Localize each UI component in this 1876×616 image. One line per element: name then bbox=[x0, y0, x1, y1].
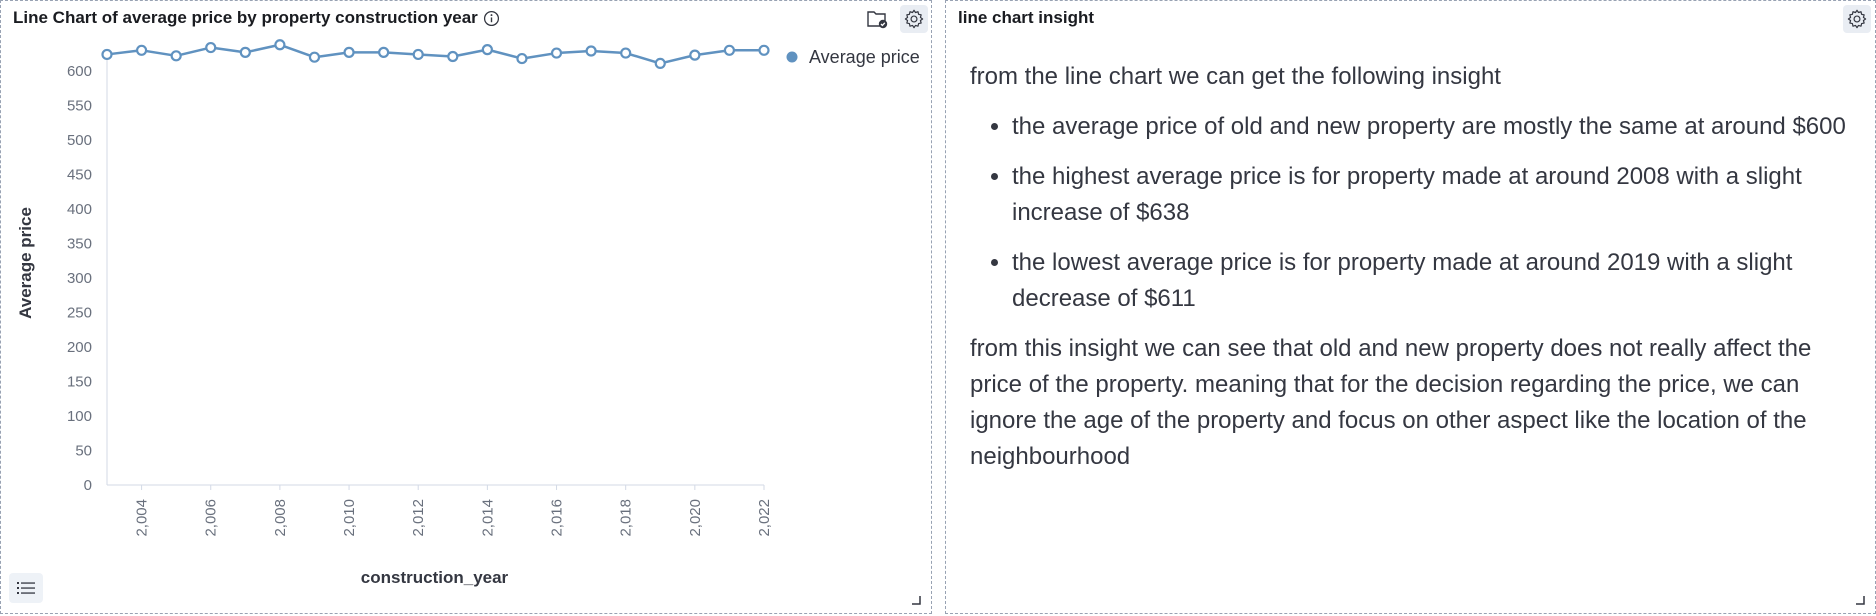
data-point bbox=[343, 46, 355, 58]
x-tick-label: 2,010 bbox=[341, 499, 358, 537]
data-point bbox=[308, 51, 321, 63]
insight-panel: line chart insight from the line chart w… bbox=[945, 0, 1876, 614]
y-tick-label: 300 bbox=[67, 270, 92, 287]
x-tick-label: 2,016 bbox=[549, 499, 566, 537]
x-tick-label: 2,006 bbox=[203, 499, 220, 537]
data-point bbox=[654, 57, 666, 70]
data-point bbox=[585, 45, 597, 57]
legend-swatch bbox=[786, 51, 798, 63]
data-point bbox=[239, 46, 251, 58]
data-point bbox=[758, 44, 770, 56]
data-point bbox=[550, 47, 563, 59]
y-tick-label: 450 bbox=[67, 167, 92, 184]
insight-bullet: the lowest average price is for property… bbox=[1012, 245, 1860, 317]
x-tick-label: 2,022 bbox=[756, 499, 773, 537]
insight-intro: from the line chart we can get the follo… bbox=[970, 63, 1501, 90]
insight-bullet: the highest average price is for propert… bbox=[1012, 159, 1860, 231]
y-tick-label: 150 bbox=[67, 374, 92, 391]
y-tick-label: 250 bbox=[67, 305, 92, 322]
data-point bbox=[135, 44, 148, 56]
y-axis-title: Average price bbox=[16, 207, 35, 319]
x-tick-label: 2,014 bbox=[479, 499, 496, 537]
x-axis-title: construction_year bbox=[361, 568, 509, 587]
y-tick-label: 200 bbox=[67, 339, 92, 356]
legend-label: Average price bbox=[809, 47, 920, 67]
data-point bbox=[689, 49, 701, 61]
legend-toggle-button[interactable] bbox=[9, 573, 43, 603]
data-point bbox=[620, 47, 632, 59]
insight-bullet: the average price of old and new propert… bbox=[1012, 109, 1860, 145]
x-tick-label: 2,004 bbox=[134, 499, 151, 537]
data-point bbox=[378, 46, 390, 58]
x-tick-label: 2,020 bbox=[687, 499, 704, 537]
y-tick-label: 350 bbox=[67, 236, 92, 253]
line-chart: 0 50 100 150 200 250 300 350 400 450 500 550 600 2,00… bbox=[16, 39, 920, 587]
list-icon bbox=[17, 582, 35, 594]
y-tick-label: 500 bbox=[67, 132, 92, 149]
y-tick-label: 550 bbox=[67, 98, 92, 115]
data-point bbox=[170, 50, 182, 62]
gear-icon[interactable] bbox=[1843, 5, 1871, 33]
y-tick-label: 600 bbox=[67, 63, 92, 80]
x-tick-label: 2,018 bbox=[618, 499, 635, 537]
insight-panel-title: line chart insight bbox=[958, 8, 1095, 27]
data-point bbox=[516, 52, 528, 65]
insight-conclusion: from this insight we can see that old an… bbox=[970, 335, 1812, 470]
insight-text: from the line chart we can get the follo… bbox=[970, 59, 1860, 475]
insight-list: the average price of old and new propert… bbox=[970, 109, 1860, 317]
x-tick-label: 2,012 bbox=[410, 499, 427, 537]
y-tick-label: 400 bbox=[67, 201, 92, 218]
data-point bbox=[274, 39, 286, 51]
data-point bbox=[101, 48, 113, 61]
chart-panel: Line Chart of average price by property … bbox=[0, 0, 932, 614]
y-tick-label: 100 bbox=[67, 408, 92, 425]
data-point bbox=[481, 44, 493, 56]
data-point bbox=[205, 41, 217, 54]
resize-handle-icon[interactable] bbox=[1855, 595, 1865, 605]
resize-handle-icon[interactable] bbox=[911, 595, 921, 605]
y-tick-label: 50 bbox=[75, 443, 92, 460]
data-point bbox=[412, 48, 424, 61]
y-tick-label: 0 bbox=[84, 477, 92, 494]
data-point bbox=[723, 44, 736, 56]
x-tick-label: 2,008 bbox=[272, 499, 289, 537]
data-point bbox=[447, 50, 459, 63]
